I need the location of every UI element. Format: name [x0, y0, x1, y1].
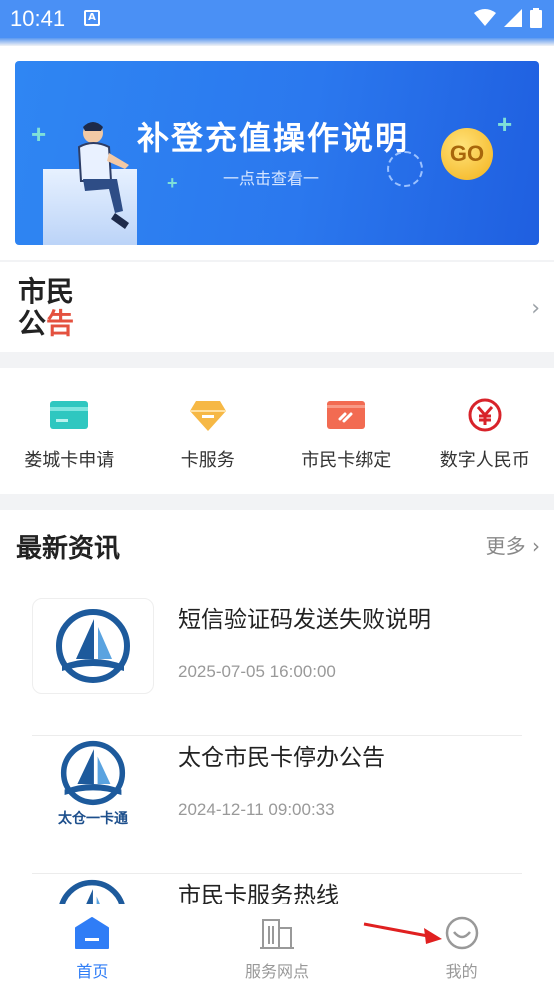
- service-grid: 娄城卡申请 卡服务 市民卡绑定 数字人民币: [0, 368, 554, 494]
- status-time: 10:41: [10, 6, 66, 31]
- service-label: 娄城卡申请: [24, 450, 115, 471]
- news-thumbnail: [32, 598, 154, 694]
- news-title: 太仓市民卡停办公告: [178, 745, 385, 771]
- tab-service-outlets[interactable]: 服务网点: [185, 904, 370, 984]
- smile-icon: [445, 916, 478, 950]
- banner-recharge-guide[interactable]: + + + 补登充值操作说明 一点击查看一 GO: [15, 61, 539, 245]
- plus-decoration-icon: +: [31, 119, 47, 149]
- status-bar: 10:41 A: [0, 0, 554, 38]
- bottom-tab-bar: 首页 服务网点 我的: [0, 904, 554, 984]
- news-section-title: 最新资讯: [16, 534, 121, 564]
- battery-icon: [530, 8, 542, 28]
- notice-label-black: 公: [18, 307, 47, 340]
- service-label: 数字人民币: [439, 450, 530, 471]
- tab-label: 服务网点: [245, 962, 310, 981]
- news-date: 2024-12-11 09:00:33: [178, 800, 335, 819]
- thumbnail-caption: 太仓一卡通: [58, 811, 128, 827]
- more-news-link[interactable]: 更多 ›: [486, 530, 540, 559]
- go-button[interactable]: GO: [441, 128, 493, 180]
- latest-news-section: 最新资讯 更多 › 短信验证码发送失败说明 2025-07-05 16:00:0…: [0, 510, 554, 910]
- service-digital-rmb[interactable]: 数字人民币: [416, 368, 554, 494]
- diamond-icon: [189, 401, 226, 431]
- plus-decoration-icon: +: [497, 109, 513, 139]
- notice-label-red: 告: [46, 307, 75, 340]
- notice-label-line1: 市民: [18, 275, 75, 308]
- news-item[interactable]: 太仓一卡通 太仓市民卡停办公告 2024-12-11 09:00:33: [32, 736, 522, 874]
- news-date: 2025-07-05 16:00:00: [178, 662, 336, 681]
- status-icons: [474, 8, 542, 28]
- citizen-notice-row[interactable]: 市民 公告 ›: [0, 262, 554, 352]
- chevron-right-icon: ›: [532, 534, 540, 558]
- service-card-apply[interactable]: 娄城卡申请: [0, 368, 139, 494]
- wifi-icon: [474, 9, 496, 26]
- home-icon: [75, 917, 110, 949]
- banner-card: + + + 补登充值操作说明 一点击查看一 GO: [0, 46, 554, 260]
- link-card-icon: [327, 401, 366, 429]
- signal-icon: [504, 9, 522, 27]
- clock-decoration-icon: [387, 151, 423, 187]
- building-icon: [260, 919, 294, 949]
- chevron-right-icon: ›: [531, 296, 540, 321]
- service-card-bind[interactable]: 市民卡绑定: [277, 368, 416, 494]
- tab-home[interactable]: 首页: [0, 904, 185, 984]
- notice-label-line2: 公告: [18, 308, 82, 340]
- sailboat-logo-icon: [56, 609, 130, 683]
- more-label: 更多: [485, 534, 526, 558]
- service-card-service[interactable]: 卡服务: [139, 368, 278, 494]
- banner-subtitle: 一点击查看一: [223, 169, 320, 188]
- tab-label: 我的: [445, 962, 478, 981]
- header-gradient: [0, 38, 554, 46]
- news-thumbnail: 太仓一卡通: [32, 736, 154, 832]
- notification-a-icon: A: [84, 10, 100, 26]
- person-sitting-illustration: [77, 122, 129, 229]
- sailboat-logo-icon: [60, 740, 126, 806]
- news-item[interactable]: 短信验证码发送失败说明 2025-07-05 16:00:00: [32, 598, 522, 736]
- plus-decoration-icon: +: [167, 173, 178, 193]
- news-title: 短信验证码发送失败说明: [178, 607, 431, 633]
- annotation-arrow-icon: [363, 922, 442, 944]
- card-icon: [50, 401, 89, 429]
- citizen-notice-label: 市民 公告: [18, 276, 82, 340]
- service-label: 卡服务: [180, 450, 235, 471]
- yuan-icon: [468, 398, 502, 432]
- service-label: 市民卡绑定: [301, 450, 392, 471]
- banner-title: 补登充值操作说明: [137, 119, 410, 157]
- tab-label: 首页: [76, 962, 109, 981]
